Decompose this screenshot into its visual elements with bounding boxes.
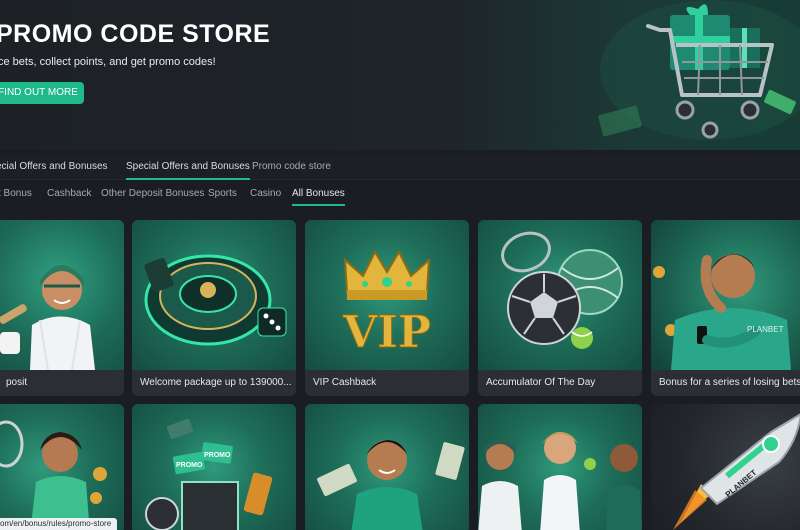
tab-cashback[interactable]: Cashback bbox=[47, 182, 91, 206]
cricket-player-image bbox=[0, 220, 124, 371]
tab-promo-code-store[interactable]: Promo code store bbox=[252, 154, 331, 180]
card-caption: posit bbox=[0, 370, 124, 396]
roulette-wheel-image bbox=[132, 220, 296, 370]
hero-banner: PROMO CODE STORE ce bets, collect points… bbox=[0, 0, 800, 150]
bonus-card-accumulator[interactable]: Accumulator Of The Day bbox=[478, 220, 642, 396]
tab-all-bonuses[interactable]: All Bonuses bbox=[292, 182, 345, 206]
hero-subtitle: ce bets, collect points, and get promo c… bbox=[0, 56, 216, 68]
bonus-card-tennis[interactable] bbox=[0, 404, 124, 530]
card-caption: Accumulator Of The Day bbox=[478, 370, 642, 396]
promo-tickets-image: PROMO PROMO bbox=[132, 404, 296, 530]
promo-text-1: PROMO bbox=[176, 462, 203, 469]
bonus-card-rocket[interactable]: PLANBET bbox=[651, 404, 800, 530]
tab-casino[interactable]: Casino bbox=[250, 182, 281, 206]
bonus-card-losing-bets[interactable]: PLANBET Bonus for a series of losing bet… bbox=[651, 220, 800, 396]
man-with-phone-image: PLANBET bbox=[651, 220, 800, 370]
vip-text: VIP bbox=[342, 307, 431, 358]
tab-other-deposit-bonuses[interactable]: Other Deposit Bonuses bbox=[101, 182, 204, 206]
bonus-card-cash[interactable] bbox=[305, 404, 469, 530]
card-caption: Welcome package up to 139000... bbox=[132, 370, 296, 396]
bonus-card-deposit[interactable]: posit bbox=[0, 220, 124, 396]
hero-title: PROMO CODE STORE bbox=[0, 20, 271, 48]
tab-deposit-bonus[interactable]: t Bonus bbox=[0, 182, 32, 206]
status-url: om/en/bonus/rules/promo-store bbox=[0, 518, 118, 530]
bonus-card-promo[interactable]: PROMO PROMO bbox=[132, 404, 296, 530]
man-with-money-image bbox=[305, 404, 469, 530]
planbet-text: PLANBET bbox=[747, 325, 784, 334]
bonus-card-welcome-package[interactable]: Welcome package up to 139000... bbox=[132, 220, 296, 396]
bonus-card-athletes[interactable] bbox=[478, 404, 642, 530]
shopping-cart-gift-illustration bbox=[598, 0, 800, 140]
card-caption: Bonus for a series of losing bets bbox=[651, 370, 800, 396]
rocket-image: PLANBET bbox=[651, 404, 800, 530]
primary-tabs: ecial Offers and Bonuses Special Offers … bbox=[0, 154, 800, 180]
athletes-group-image bbox=[478, 404, 642, 530]
bonus-card-vip-cashback[interactable]: VIP VIP Cashback bbox=[305, 220, 469, 396]
promo-text-2: PROMO bbox=[204, 452, 231, 459]
find-out-more-button[interactable]: FIND OUT MORE bbox=[0, 82, 84, 104]
card-caption: VIP Cashback bbox=[305, 370, 469, 396]
bonus-category-tabs: t Bonus Cashback Other Deposit Bonuses S… bbox=[0, 182, 800, 208]
vip-crown-image: VIP bbox=[305, 220, 469, 370]
tab-special-offers[interactable]: Special Offers and Bonuses bbox=[126, 154, 250, 180]
sports-balls-image bbox=[478, 220, 642, 370]
tab-special-offers-left[interactable]: ecial Offers and Bonuses bbox=[0, 154, 108, 180]
tennis-player-image bbox=[0, 404, 124, 530]
tab-sports[interactable]: Sports bbox=[208, 182, 237, 206]
